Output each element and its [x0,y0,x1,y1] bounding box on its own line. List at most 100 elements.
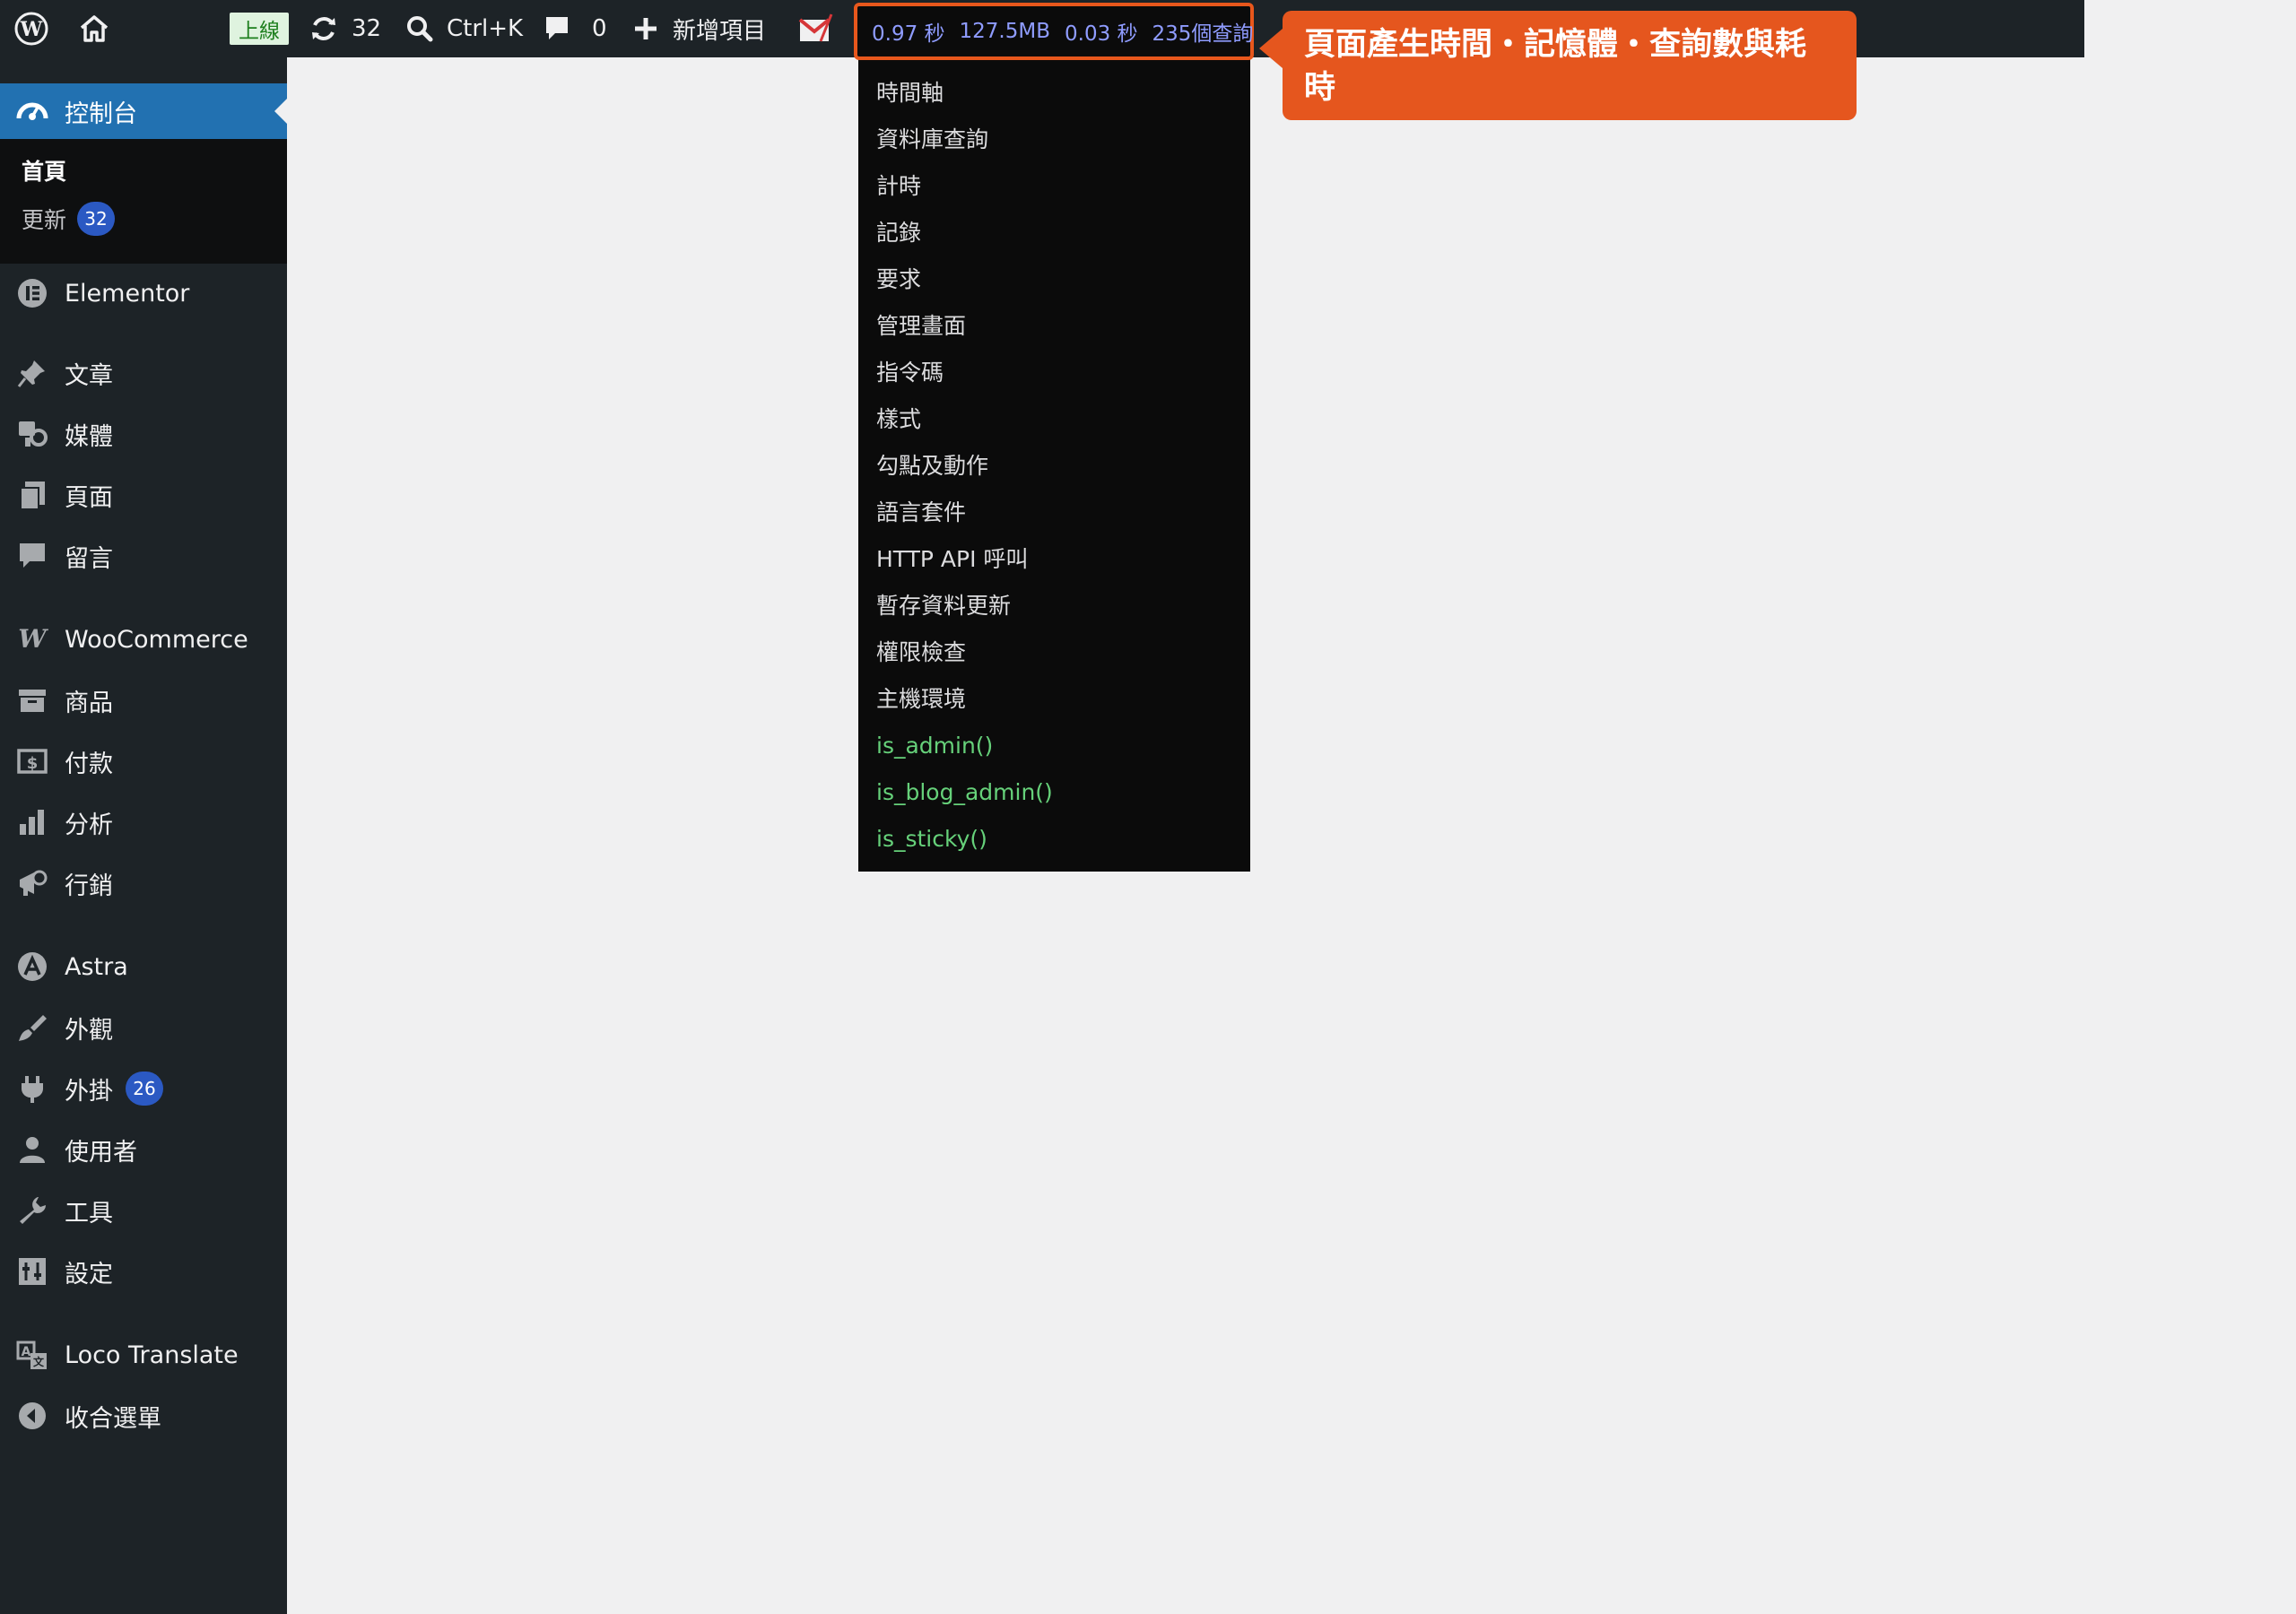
submenu-label: 首頁 [22,159,67,185]
menu-item-woocommerce[interactable]: W WooCommerce [0,612,287,666]
admin-sidebar: 控制台 首頁 更新 32 Elementor 文章媒體頁面留言 W WooCommer… [0,57,287,1614]
archive-icon [13,681,52,720]
wrench-icon [13,1191,52,1230]
dashboard-submenu: 首頁 更新 32 [0,139,287,264]
home-icon[interactable] [72,0,117,57]
qm-menu-item[interactable]: 主機環境 [876,676,966,723]
svg-text:W: W [18,624,48,654]
qm-menu-item[interactable]: 計時 [876,163,921,210]
menu-item-astra[interactable]: Astra [0,940,287,994]
menu-label: 收合選單 [65,1404,161,1433]
environment-badge[interactable]: 上線 [230,13,289,45]
submenu-label: 更新 [22,207,67,233]
elementor-icon [13,273,52,313]
updates-button[interactable]: 32 [309,0,381,57]
menu-label: 付款 [65,750,113,778]
qm-menu-item[interactable]: 權限檢查 [876,629,966,676]
search-shortcut: Ctrl+K [447,15,524,42]
menu-label-dashboard: 控制台 [65,100,137,128]
pages-icon [13,475,52,515]
svg-text:文: 文 [33,1355,45,1368]
menu-label: 留言 [65,544,113,573]
comment-icon [544,14,570,43]
menu-item-dashboard[interactable]: 控制台 [0,83,287,139]
menu-label: 頁面 [65,483,113,512]
new-content-button[interactable]: 新增項目 [633,0,766,57]
search-button[interactable]: Ctrl+K [405,0,523,57]
menu-label: 分析 [65,811,113,839]
menu-label: WooCommerce [65,625,248,654]
brush-icon [13,1008,52,1047]
menu-item-item-1[interactable]: 文章 [0,346,287,400]
menu-label: 外觀 [65,1016,113,1045]
menu-item-item-7[interactable]: $ 付款 [0,734,287,788]
svg-text:$: $ [27,754,39,773]
query-monitor-summary[interactable]: 0.97 秒 127.5MB 0.03 秒 235個查詢 [854,3,1254,60]
menu-item-item-8[interactable]: 分析 [0,795,287,849]
annotation-callout: 頁面產生時間・記憶體・查詢數與耗時 [1259,11,1857,120]
menu-item-item-13[interactable]: 使用者 [0,1123,287,1176]
wordpress-logo-icon[interactable]: W [7,0,56,57]
qm-menu-item[interactable]: HTTP API 呼叫 [876,536,1028,583]
mail-icon[interactable] [795,0,836,57]
settings-icon [13,1252,52,1291]
menu-item-item-12[interactable]: 外掛 26 [0,1062,287,1115]
qm-menu-item[interactable]: 記錄 [876,210,921,256]
qm-menu-item[interactable]: 資料庫查詢 [876,117,988,163]
menu-item-item-3[interactable]: 頁面 [0,468,287,522]
svg-text:A: A [22,1345,31,1359]
menu-label: 行銷 [65,872,113,900]
menu-item-item-14[interactable]: 工具 [0,1184,287,1237]
menu-label: 文章 [65,361,113,390]
pin-icon [13,353,52,393]
qm-menu-item[interactable]: 勾點及動作 [876,443,988,490]
qm-memory: 127.5MB [959,20,1050,43]
menu-label: 媒體 [65,422,113,451]
qm-menu-item[interactable]: 要求 [876,256,921,303]
comment-icon [13,536,52,576]
menu-item-item-2[interactable]: 媒體 [0,407,287,461]
refresh-icon [309,13,339,44]
chart-icon [13,803,52,842]
astra-icon [13,947,52,986]
menu-item-item-15[interactable]: 設定 [0,1245,287,1298]
menu-label: 商品 [65,689,113,717]
updates-badge: 32 [77,202,116,236]
submenu-item-home[interactable]: 首頁 [22,151,66,190]
menu-label: Loco Translate [65,1341,239,1369]
menu-label: 工具 [65,1199,113,1228]
menu-label: Astra [65,952,128,981]
qm-menu-item[interactable]: 管理畫面 [876,303,966,350]
qm-conditional-is-blog-admin[interactable]: is_blog_admin() [876,769,1053,816]
comments-button[interactable]: 0 [544,0,607,57]
submenu-item-updates[interactable]: 更新 32 [22,199,116,239]
qm-query-count: 235個查詢 [1152,22,1254,46]
plugin-icon [13,1069,52,1108]
menu-item-loco-translate[interactable]: A 文 Loco Translate [0,1328,287,1382]
count-badge: 26 [126,1072,163,1106]
menu-label: 外掛 [65,1077,113,1106]
qm-conditional-is-sticky[interactable]: is_sticky() [876,816,987,863]
search-icon [405,14,434,43]
qm-menu-item[interactable]: 暫存資料更新 [876,583,1011,629]
qm-menu-item[interactable]: 語言套件 [876,490,966,536]
dashboard-icon [13,91,52,131]
media-icon [13,414,52,454]
qm-menu-item[interactable]: 指令碼 [876,350,944,396]
new-content-label: 新增項目 [673,17,767,45]
comments-count: 0 [592,15,607,42]
plus-icon [633,16,658,41]
qm-conditional-is-admin[interactable]: is_admin() [876,723,993,769]
menu-item-item-4[interactable]: 留言 [0,529,287,583]
translate-icon: A文 [13,1335,52,1375]
menu-item-item-11[interactable]: 外觀 [0,1001,287,1054]
menu-item-item-6[interactable]: 商品 [0,673,287,727]
query-monitor-dropdown: 時間軸 資料庫查詢 計時 記錄 要求 管理畫面 指令碼 樣式 勾點及動作 語言套件 HTTP API… [858,57,1250,872]
user-icon [13,1130,52,1169]
qm-menu-item[interactable]: 樣式 [876,396,921,443]
menu-item-elementor[interactable]: Elementor [0,266,287,320]
menu-item-item-9[interactable]: 行銷 [0,856,287,910]
qm-menu-item[interactable]: 時間軸 [876,70,944,117]
menu-label: 使用者 [65,1138,137,1167]
menu-item-item-17[interactable]: 收合選單 [0,1389,287,1443]
